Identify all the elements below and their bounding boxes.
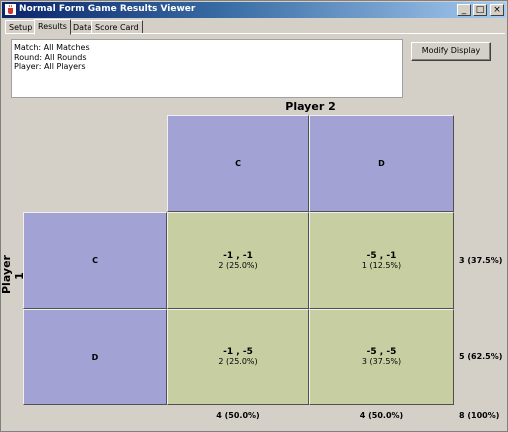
tab-score-card[interactable]: Score Card: [91, 20, 143, 34]
payoff-value: -5 , -5: [366, 347, 397, 357]
window-title: Normal Form Game Results Viewer: [19, 4, 196, 14]
column-total-d: 4 (50.0%): [359, 411, 404, 420]
column-header-d: D: [309, 115, 454, 212]
payoff-value: -1 , -5: [223, 347, 253, 357]
close-button[interactable]: ×: [490, 4, 504, 16]
column-header-c: C: [167, 115, 309, 212]
row-total-c: 3 (37.5%): [459, 256, 503, 265]
outcome-count: 2 (25.0%): [218, 260, 258, 270]
modify-display-button[interactable]: Modify Display: [411, 42, 491, 61]
outcome-count: 1 (12.5%): [361, 260, 402, 270]
payoff-value: -5 , -1: [366, 250, 397, 261]
tab-panel-border: [5, 33, 505, 34]
row-header-label: C: [92, 256, 98, 265]
row-header-label: D: [91, 352, 99, 362]
filter-info-box: Match: All Matches Round: All Rounds Pla…: [11, 39, 403, 98]
tab-results[interactable]: Results: [34, 19, 71, 35]
round-filter-text: Round: All Rounds: [14, 52, 87, 62]
results-viewer-window: Normal Form Game Results Viewer _ □ × Se…: [0, 0, 508, 432]
title-bar[interactable]: Normal Form Game Results Viewer _ □ ×: [2, 2, 506, 18]
tab-setup[interactable]: Setup: [5, 20, 37, 34]
player2-label: Player 2: [285, 100, 336, 113]
grand-total: 8 (100%): [459, 411, 500, 420]
outcome-count: 2 (25.0%): [218, 357, 258, 366]
minimize-button[interactable]: _: [457, 4, 471, 16]
row-total-d: 5 (62.5%): [459, 352, 503, 361]
player-filter-text: Player: All Players: [14, 62, 86, 71]
payoff-cell-dc: -1 , -5 2 (25.0%): [167, 309, 309, 405]
payoff-value: -1 , -1: [223, 250, 253, 261]
match-filter-text: Match: All Matches: [14, 43, 90, 52]
payoff-cell-cc: -1 , -1 2 (25.0%): [167, 212, 309, 309]
outcome-count: 3 (37.5%): [361, 357, 402, 366]
payoff-cell-cd: -5 , -1 1 (12.5%): [309, 212, 454, 309]
column-header-label: D: [378, 159, 385, 168]
maximize-button[interactable]: □: [473, 4, 487, 16]
java-cup-icon: [5, 4, 16, 15]
payoff-cell-dd: -5 , -5 3 (37.5%): [309, 309, 454, 405]
row-header-d: D: [23, 309, 167, 405]
column-total-c: 4 (50.0%): [216, 411, 260, 420]
column-header-label: C: [235, 159, 241, 168]
row-header-c: C: [23, 212, 167, 309]
